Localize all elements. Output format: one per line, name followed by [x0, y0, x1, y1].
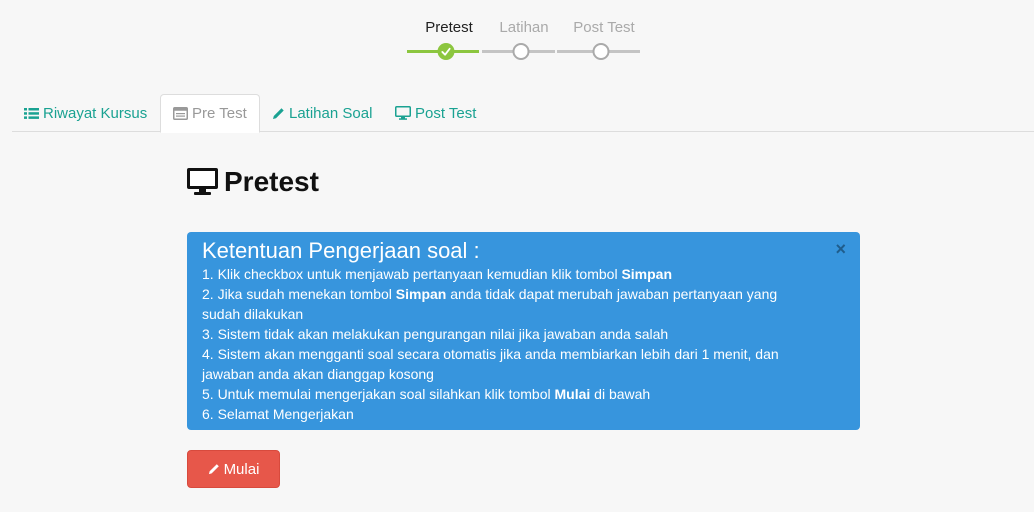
step-dot-pending — [512, 43, 530, 60]
start-button[interactable]: Mulai — [187, 450, 280, 488]
step-dot-completed — [437, 43, 455, 60]
rule-text: 4. Sistem akan mengganti soal secara oto… — [202, 346, 779, 382]
pencil-icon — [273, 107, 284, 119]
list-icon — [24, 107, 39, 119]
tab-post-test[interactable]: Post Test — [383, 94, 488, 132]
rule-text: 1. Klik checkbox untuk menjawab pertanya… — [202, 266, 622, 282]
rule-text: 5. Untuk memulai mengerjakan soal silahk… — [202, 386, 555, 402]
list-item: 5. Untuk memulai mengerjakan soal silahk… — [202, 384, 795, 404]
tab-riwayat-kursus[interactable]: Riwayat Kursus — [12, 94, 159, 132]
tab-bar: Riwayat Kursus Pre Test Latihan Soal Pos… — [12, 94, 1034, 133]
pencil-icon — [208, 464, 219, 475]
tab-label: Post Test — [415, 104, 477, 122]
step-dot-pending — [592, 43, 610, 60]
rule-text: 6. Selamat Mengerjakan — [202, 406, 354, 422]
close-icon[interactable]: × — [835, 240, 846, 258]
rule-bold-text: Mulai — [554, 386, 591, 402]
step-label-post-test: Post Test — [573, 19, 635, 36]
page-title: Pretest — [187, 166, 319, 198]
tab-label: Riwayat Kursus — [43, 104, 148, 122]
step-label-latihan: Latihan — [499, 19, 549, 36]
start-button-label: Mulai — [223, 460, 260, 478]
tab-label: Latihan Soal — [289, 104, 373, 122]
page-title-text: Pretest — [224, 166, 319, 197]
window-icon — [173, 107, 188, 120]
rules-list: 1. Klik checkbox untuk menjawab pertanya… — [202, 264, 845, 424]
alert-title: Ketentuan Pengerjaan soal : — [202, 238, 480, 263]
list-item: 6. Selamat Mengerjakan — [202, 404, 795, 424]
list-item: 3. Sistem tidak akan melakukan pengurang… — [202, 324, 795, 344]
rule-text: 3. Sistem tidak akan melakukan pengurang… — [202, 326, 669, 342]
page: Pretest Latihan Post Test Riwayat Kursus — [0, 0, 1034, 512]
progress-stepper: Pretest Latihan Post Test — [0, 0, 1034, 70]
tab-latihan-soal[interactable]: Latihan Soal — [260, 94, 384, 132]
rule-bold-text: Simpan — [395, 286, 447, 302]
rule-text: di bawah — [590, 386, 651, 402]
desktop-icon — [395, 106, 411, 120]
list-item: 2. Jika sudah menekan tombol Simpan anda… — [202, 284, 795, 324]
step-label-pretest: Pretest — [425, 19, 473, 36]
list-item: 4. Sistem akan mengganti soal secara oto… — [202, 344, 795, 384]
check-icon — [441, 47, 451, 56]
instructions-alert: × Ketentuan Pengerjaan soal : 1. Klik ch… — [187, 232, 860, 430]
list-item: 1. Klik checkbox untuk menjawab pertanya… — [202, 264, 795, 284]
rule-bold-text: Simpan — [621, 266, 673, 282]
tab-pre-test[interactable]: Pre Test — [160, 94, 260, 133]
rule-text: 2. Jika sudah menekan tombol — [202, 286, 396, 302]
desktop-icon — [187, 168, 218, 195]
tab-label: Pre Test — [192, 105, 247, 122]
